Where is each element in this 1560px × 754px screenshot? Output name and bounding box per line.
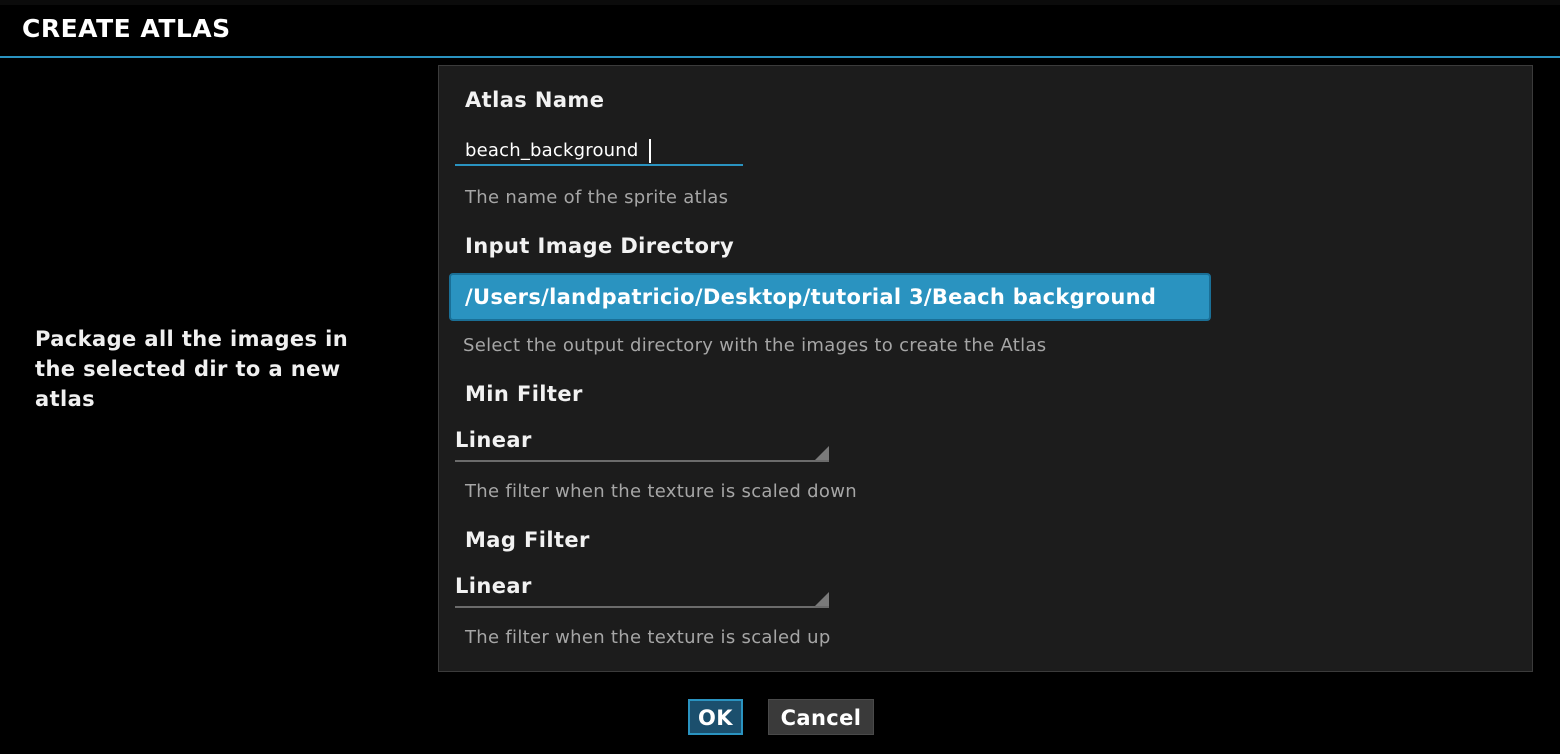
input-dir-field[interactable]: /Users/landpatricio/Desktop/tutorial 3/B… <box>449 273 1211 321</box>
atlas-name-input[interactable] <box>455 136 743 166</box>
input-dir-hint: Select the output directory with the ima… <box>463 335 1047 356</box>
ok-button[interactable]: OK <box>688 699 743 735</box>
dialog-title: CREATE ATLAS <box>22 14 231 43</box>
cancel-button[interactable]: Cancel <box>768 699 874 735</box>
min-filter-value: Linear <box>455 428 532 452</box>
text-caret <box>649 139 651 163</box>
mag-filter-value: Linear <box>455 574 532 598</box>
atlas-name-hint: The name of the sprite atlas <box>465 187 729 208</box>
dialog-title-bar: CREATE ATLAS <box>0 5 1560 58</box>
dropdown-corner-icon <box>815 446 829 460</box>
min-filter-hint: The filter when the texture is scaled do… <box>465 481 857 502</box>
mag-filter-label: Mag Filter <box>465 528 590 552</box>
settings-panel: Atlas Name The name of the sprite atlas … <box>438 65 1533 672</box>
input-dir-label: Input Image Directory <box>465 234 735 258</box>
min-filter-select[interactable]: Linear <box>455 428 829 462</box>
atlas-name-label: Atlas Name <box>465 88 605 112</box>
mag-filter-select[interactable]: Linear <box>455 574 829 608</box>
dropdown-corner-icon <box>815 592 829 606</box>
min-filter-label: Min Filter <box>465 382 583 406</box>
mag-filter-hint: The filter when the texture is scaled up <box>465 627 831 648</box>
dialog-description: Package all the images in the selected d… <box>35 327 349 411</box>
